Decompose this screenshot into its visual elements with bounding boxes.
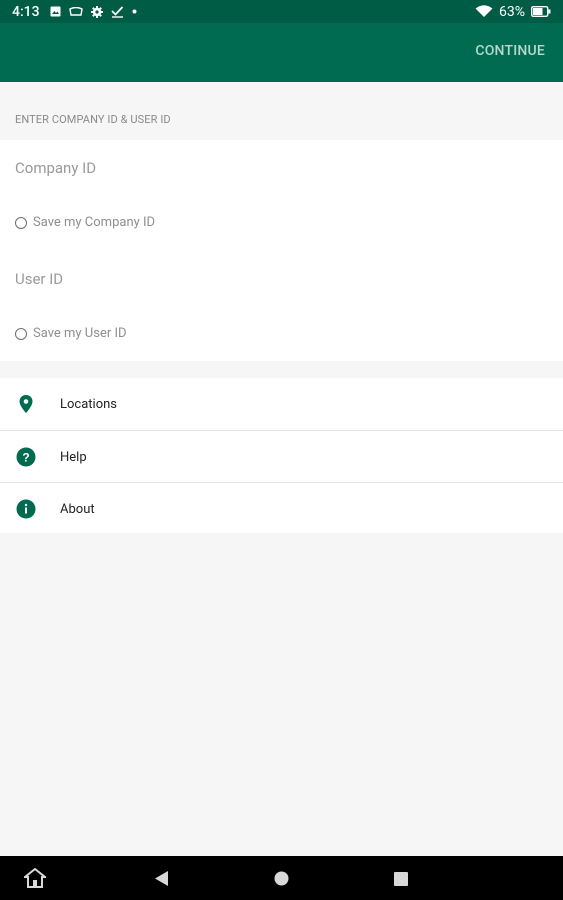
save-user-id-radio[interactable] — [15, 327, 27, 340]
info-icon — [16, 499, 36, 519]
wifi-icon — [475, 5, 493, 17]
company-id-field[interactable]: Company ID — [15, 159, 96, 177]
save-company-id-option[interactable]: Save my Company ID — [15, 215, 155, 230]
save-user-id-label: Save my User ID — [33, 326, 127, 341]
home-circle-icon[interactable] — [274, 871, 289, 890]
menu-item-label: About — [60, 501, 95, 517]
menu-item-label: Locations — [60, 396, 118, 412]
help-icon: ? — [16, 447, 36, 467]
battery-icon — [531, 6, 551, 17]
location-pin-icon — [16, 394, 36, 414]
status-system-icons: 63% — [475, 4, 551, 20]
status-time: 4:13 — [12, 3, 40, 20]
menu-list: Locations ? Help About — [0, 378, 563, 533]
cast-icon — [68, 6, 83, 16]
svg-text:?: ? — [22, 451, 29, 465]
check-icon — [110, 5, 123, 18]
recents-icon[interactable] — [394, 871, 408, 890]
image-icon — [50, 6, 61, 17]
save-company-id-radio[interactable] — [15, 216, 27, 229]
status-notification-icons — [50, 5, 137, 18]
section-header: ENTER COMPANY ID & USER ID — [15, 113, 171, 126]
status-bar: 4:13 63% — [0, 0, 563, 23]
menu-item-locations[interactable]: Locations — [0, 378, 563, 430]
back-icon[interactable] — [155, 871, 169, 890]
save-company-id-label: Save my Company ID — [33, 215, 156, 230]
menu-item-about[interactable]: About — [0, 483, 563, 535]
menu-item-help[interactable]: ? Help — [0, 431, 563, 483]
menu-item-label: Help — [60, 449, 87, 465]
user-id-field[interactable]: User ID — [15, 270, 63, 288]
battery-percent: 63% — [499, 3, 525, 20]
gear-icon — [90, 5, 103, 18]
app-bar: CONTINUE — [0, 23, 563, 82]
save-user-id-option[interactable]: Save my User ID — [15, 326, 127, 341]
home-icon[interactable] — [22, 867, 48, 892]
dot-icon — [132, 9, 137, 14]
continue-button[interactable]: CONTINUE — [475, 43, 545, 59]
system-nav-bar — [0, 856, 563, 900]
login-form: Company ID Save my Company ID User ID Sa… — [0, 140, 563, 361]
